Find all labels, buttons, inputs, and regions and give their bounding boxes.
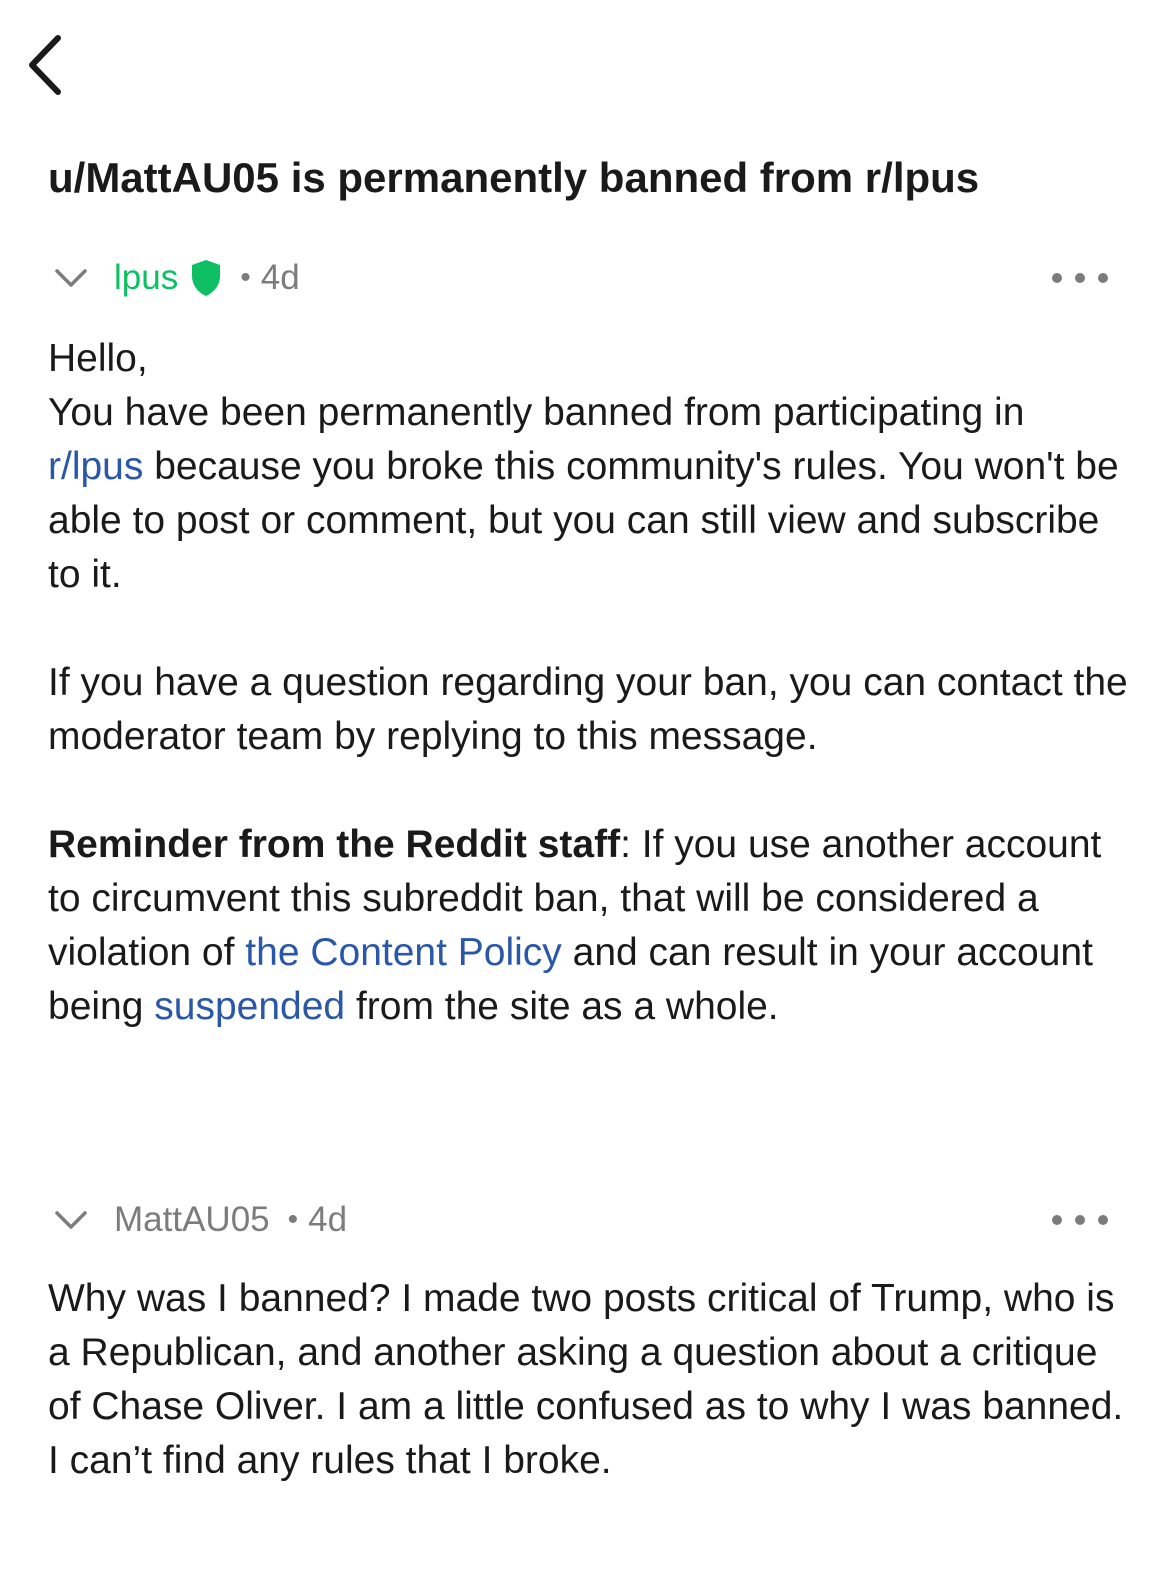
meta-separator: • <box>240 261 251 294</box>
timestamp: 4d <box>308 1200 348 1239</box>
moderator-shield-icon <box>190 259 222 297</box>
more-horizontal-icon <box>1052 273 1062 283</box>
more-dot <box>1098 273 1108 283</box>
back-button[interactable] <box>22 32 70 98</box>
message-paragraph: Why was I banned? I made two posts criti… <box>48 1277 1124 1482</box>
message-body-moderator: Hello, You have been permanently banned … <box>48 332 1128 1034</box>
content-policy-link[interactable]: the Content Policy <box>245 931 562 974</box>
collapse-button[interactable] <box>48 255 94 301</box>
message-paragraph: If you have a question regarding your ba… <box>48 661 1128 758</box>
body-text-segment: because you broke this community's rules… <box>48 445 1119 596</box>
suspended-link[interactable]: suspended <box>154 985 345 1028</box>
more-dot <box>1075 1215 1085 1225</box>
chevron-down-icon <box>55 269 87 287</box>
more-options-button[interactable] <box>1052 258 1108 298</box>
timestamp: 4d <box>260 258 300 297</box>
message-paragraph: Hello, You have been permanently banned … <box>48 332 1128 602</box>
body-text-segment: You have been permanently banned from pa… <box>48 391 1025 434</box>
more-horizontal-icon <box>1052 1215 1062 1225</box>
reminder-heading: Reminder from the Reddit staff <box>48 823 621 866</box>
page-title: u/MattAU05 is permanently banned from r/… <box>48 154 980 201</box>
message-paragraph: Reminder from the Reddit staff: If you u… <box>48 818 1128 1034</box>
greeting-text: Hello, <box>48 337 148 380</box>
chevron-left-icon <box>29 35 61 95</box>
more-options-button[interactable] <box>1052 1200 1108 1240</box>
message-body-user: Why was I banned? I made two posts criti… <box>48 1272 1128 1488</box>
message-header-moderator: lpus • 4d <box>48 250 1108 306</box>
more-dot <box>1098 1215 1108 1225</box>
chevron-down-icon <box>55 1211 87 1229</box>
subreddit-link[interactable]: r/lpus <box>48 445 143 488</box>
more-dot <box>1075 273 1085 283</box>
collapse-button[interactable] <box>48 1197 94 1243</box>
author-name[interactable]: MattAU05 <box>114 1196 270 1244</box>
author-name[interactable]: lpus <box>114 254 178 302</box>
meta-separator: • <box>287 1203 299 1236</box>
message-header-user: MattAU05 • 4d <box>48 1192 1108 1248</box>
body-text-segment: from the site as a whole. <box>345 985 779 1028</box>
